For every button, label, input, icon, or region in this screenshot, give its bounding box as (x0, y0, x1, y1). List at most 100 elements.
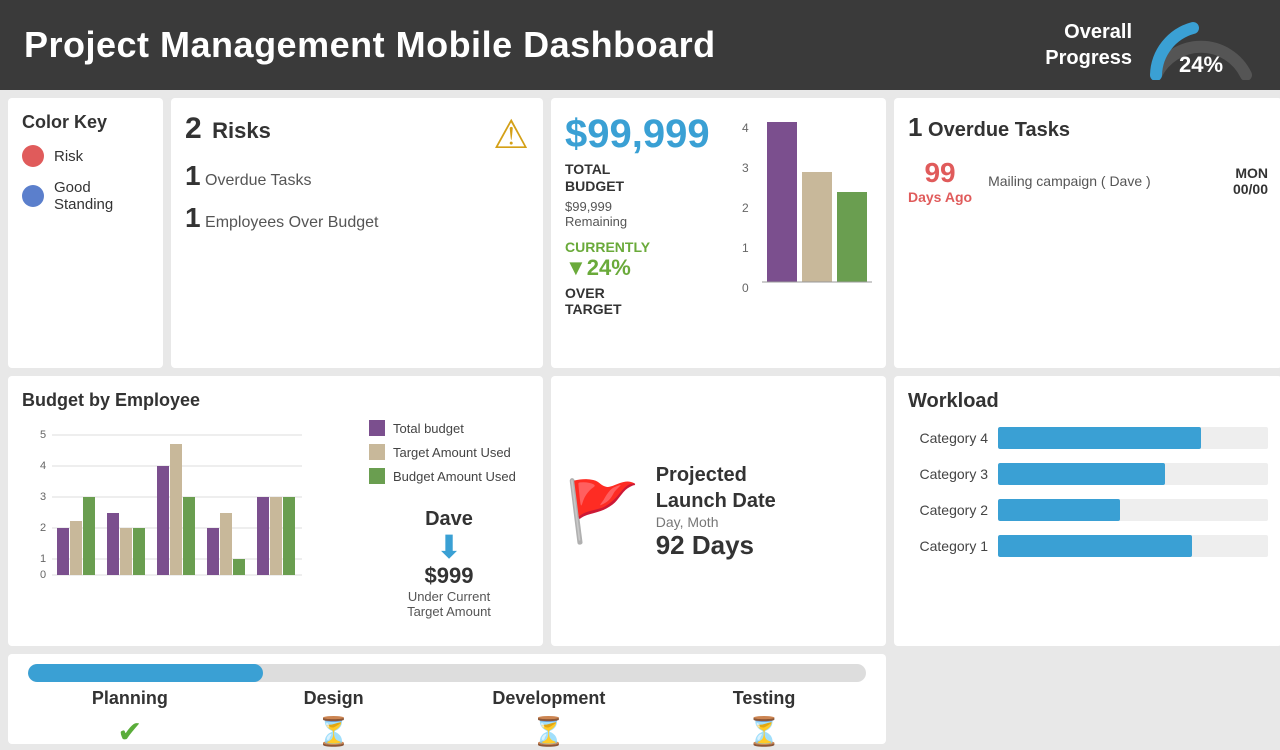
risks-label: Risks (212, 118, 271, 143)
left-top-row: Color Key Risk GoodStanding 2 Risks 1 Ov… (8, 98, 543, 368)
stage-planning: Planning ✔ (85, 688, 175, 750)
progress-bar-track (28, 664, 866, 682)
risk-item-1-label: Overdue Tasks (205, 172, 311, 189)
dave-amount: $999 (369, 563, 529, 589)
legend-target-label: Target Amount Used (393, 445, 511, 460)
legend-total: Total budget (369, 420, 529, 436)
wl-cat3: Category 3 (908, 463, 1268, 485)
budget-remaining: $99,999Remaining (565, 199, 725, 229)
risk-key-item: Risk (22, 145, 149, 167)
dave-sub1: Under Current (369, 589, 529, 604)
overdue-title: 1 Overdue Tasks (908, 112, 1268, 143)
progress-label: OverallProgress (1045, 19, 1132, 71)
days-num: 99 (908, 157, 972, 189)
launch-date-sub: Day, Moth (656, 514, 776, 530)
budget-legend: Total budget Target Amount Used Budget A… (369, 420, 529, 484)
svg-text:2: 2 (40, 522, 46, 534)
wl-cat4: Category 4 (908, 427, 1268, 449)
wl-cat3-label: Category 3 (908, 466, 988, 482)
stage-testing: Testing ⏳ (719, 688, 809, 750)
stage-development-label: Development (492, 688, 605, 709)
budget-chart-area: Budget by Employee 5 4 3 2 1 0 (22, 390, 359, 632)
budget-summary-card: $99,999 TOTALBUDGET $99,999Remaining CUR… (551, 98, 886, 368)
dave-section: Dave ⬇ $999 Under Current Target Amount (369, 508, 529, 619)
currently-pct: ▼24% (565, 255, 725, 281)
risk-item-2-label: Employees Over Budget (205, 214, 378, 231)
stage-planning-label: Planning (92, 688, 168, 709)
launch-card: 🚩 ProjectedLaunch Date Day, Moth 92 Days (551, 376, 886, 646)
risk-item-2: 1 Employees Over Budget (185, 202, 529, 234)
svg-text:3: 3 (742, 161, 749, 175)
wl-cat1-bar (998, 535, 1192, 557)
svg-text:0: 0 (742, 281, 749, 295)
wl-cat3-bar (998, 463, 1165, 485)
main-grid: Color Key Risk GoodStanding 2 Risks 1 Ov… (0, 90, 1280, 720)
stage-testing-label: Testing (733, 688, 796, 709)
launch-days: 92 Days (656, 530, 776, 561)
budget-label: TOTALBUDGET (565, 161, 725, 195)
mini-bar-area: 4 3 2 1 0 (737, 112, 877, 317)
progress-bar-fill (28, 664, 263, 682)
overall-progress-section: OverallProgress 24% (1045, 10, 1256, 80)
risk-label: Risk (54, 148, 83, 165)
wl-cat4-bar-bg (998, 427, 1268, 449)
overdue-count: 1 (908, 112, 922, 142)
stage-design-label: Design (304, 688, 364, 709)
svg-text:0: 0 (40, 569, 46, 581)
gauge-percent: 24% (1179, 52, 1223, 78)
legend-total-label: Total budget (393, 421, 464, 436)
wl-cat2: Category 2 (908, 499, 1268, 521)
color-key-card: Color Key Risk GoodStanding (8, 98, 163, 368)
good-key-item: GoodStanding (22, 179, 149, 213)
gauge-container: 24% (1146, 10, 1256, 80)
color-key-title: Color Key (22, 112, 149, 133)
svg-text:2: 2 (742, 201, 749, 215)
task-date-day: MON (1233, 165, 1268, 181)
stages-card: Planning ✔ Design ⏳ Development ⏳ Testin… (8, 654, 886, 744)
svg-text:1: 1 (742, 241, 749, 255)
wl-cat3-bar-bg (998, 463, 1268, 485)
mini-bar-svg: 4 3 2 1 0 (737, 112, 877, 312)
legend-total-box (369, 420, 385, 436)
wl-cat2-bar (998, 499, 1120, 521)
launch-label: ProjectedLaunch Date (656, 462, 776, 514)
risk-item-2-count: 1 (185, 202, 201, 233)
over-target: OVERTARGET (565, 285, 725, 317)
wl-cat4-label: Category 4 (908, 430, 988, 446)
task-row: 99 Days Ago Mailing campaign ( Dave ) MO… (908, 157, 1268, 205)
warning-icon: ⚠ (493, 112, 529, 158)
dave-name: Dave (369, 508, 529, 531)
workload-card: Workload Category 4 Category 3 Category … (894, 376, 1280, 646)
legend-budget-label: Budget Amount Used (393, 469, 516, 484)
overdue-label: Overdue Tasks (928, 119, 1070, 141)
risks-header: 2 Risks (185, 112, 529, 146)
risk-item-1-count: 1 (185, 160, 201, 191)
legend-budget: Budget Amount Used (369, 468, 529, 484)
wl-cat1-bar-bg (998, 535, 1268, 557)
launch-info: ProjectedLaunch Date Day, Moth 92 Days (656, 462, 776, 561)
check-icon: ✔ (117, 715, 142, 750)
currently-section: CURRENTLY ▼24% OVERTARGET (565, 239, 725, 317)
budget-amount: $99,999 (565, 112, 725, 157)
wl-cat1-label: Category 1 (908, 538, 988, 554)
budget-bar-chart: 5 4 3 2 1 0 (22, 423, 302, 583)
page-title: Project Management Mobile Dashboard (24, 24, 716, 66)
budget-summary-inner: $99,999 TOTALBUDGET $99,999Remaining CUR… (565, 112, 872, 317)
stages-row: Planning ✔ Design ⏳ Development ⏳ Testin… (28, 688, 866, 750)
budget-chart-title: Budget by Employee (22, 390, 359, 411)
good-label: GoodStanding (54, 179, 113, 213)
svg-text:1: 1 (40, 553, 46, 565)
budget-inner: Budget by Employee 5 4 3 2 1 0 (22, 390, 529, 632)
svg-text:4: 4 (40, 460, 46, 472)
svg-text:3: 3 (40, 491, 46, 503)
good-dot (22, 185, 44, 207)
budget-summary-left: $99,999 TOTALBUDGET $99,999Remaining CUR… (565, 112, 725, 317)
legend-target-box (369, 444, 385, 460)
stage-development: Development ⏳ (492, 688, 605, 750)
overdue-card: 1 Overdue Tasks 99 Days Ago Mailing camp… (894, 98, 1280, 368)
svg-text:5: 5 (40, 429, 46, 441)
wl-cat4-bar (998, 427, 1201, 449)
flag-icon: 🚩 (565, 476, 640, 547)
task-date-num: 00/00 (1233, 181, 1268, 197)
svg-text:4: 4 (742, 121, 749, 135)
